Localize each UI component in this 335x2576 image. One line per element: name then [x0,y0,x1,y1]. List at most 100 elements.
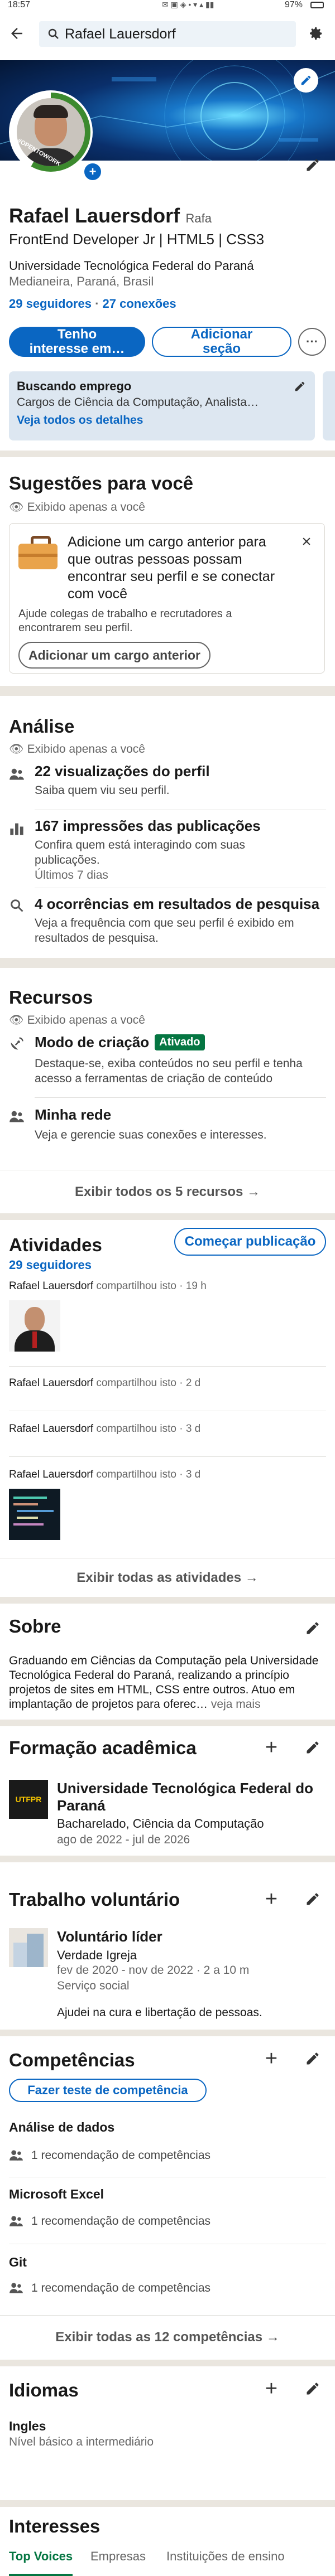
interests-tab-companies[interactable]: Empresas [90,2549,146,2576]
volunteer-desc: Ajudei na cura e libertação de pessoas. [57,2006,262,2019]
volunteer-entry[interactable]: Voluntário líder Verdade Igreja fev de 2… [9,1928,326,2023]
eye-icon: 👁 [9,501,24,514]
edit-skills-pencil-icon[interactable] [302,2047,324,2070]
post-meta: compartilhou isto · 19 h [96,1280,207,1292]
volunteer-role: Voluntário líder [57,1928,162,1945]
divider [35,1097,326,1098]
volunteer-cause: Serviço social [57,1979,130,1992]
show-all-activities-link[interactable]: Exibir todas as atividades → [0,1570,335,1586]
analytics-visibility: 👁 Exibido apenas a você [9,743,145,756]
creator-mode-status-badge: Ativado [155,1034,205,1050]
interests-tab-top-voices[interactable]: Top Voices [9,2549,73,2576]
analytics-item-search[interactable]: 4 ocorrências em resultados de pesquisa … [9,895,326,951]
top-bar: Rafael Lauersdorf [0,11,335,60]
status-time: 18:57 [8,0,31,9]
activity-post[interactable]: Rafael Lauersdorf compartilhou isto · 2 … [9,1377,326,1400]
search-input[interactable]: Rafael Lauersdorf [39,21,296,47]
suggestions-visibility: 👁 Exibido apenas a você [9,501,145,514]
edit-education-pencil-icon[interactable] [302,1736,324,1759]
skill-name: Análise de dados [9,2120,115,2134]
education-entry[interactable]: UTFPR Universidade Tecnológica Federal d… [9,1780,326,1847]
skills-section: Competências + Fazer teste de competênci… [0,2036,335,2315]
add-previous-job-button[interactable]: Adicionar um cargo anterior [18,642,211,669]
language-level: Nível básico a intermediário [9,2435,154,2448]
status-icons: ✉ ▣ ◈ • ▾ ▴ ▮▮ [162,0,214,9]
skill-endorsements: 1 recomendação de competências [31,2149,211,2162]
edit-about-pencil-icon[interactable] [302,1617,324,1639]
add-photo-plus-icon[interactable]: + [83,162,103,182]
about-section: Sobre Graduando em Ciências da Computaçã… [0,1604,335,1720]
analytics-views-title: 22 visualizações do perfil [35,763,210,779]
thumb-face [25,1307,45,1331]
interest-button[interactable]: Tenho interesse em… [9,327,145,357]
post-meta: compartilhou isto · 3 d [96,1469,201,1480]
post-author: Rafael Lauersdorf [9,1280,94,1292]
job-search-details-link[interactable]: Veja todos os detalhes [17,414,143,427]
settings-gear-icon[interactable] [304,22,327,45]
thumb-tie [32,1331,37,1348]
volunteer-dates: fev de 2020 - nov de 2022 · 2 a 10 m [57,1964,250,1977]
tab-label: Empresas [90,2549,146,2563]
divider [0,2315,335,2316]
post-author: Rafael Lauersdorf [9,1423,94,1435]
activity-post[interactable]: Rafael Lauersdorf compartilhou isto · 3 … [9,1423,326,1445]
analytics-impressions-title: 167 impressões das publicações [35,817,261,834]
post-author: Rafael Lauersdorf [9,1469,94,1480]
school-dates: ago de 2022 - jul de 2026 [57,1833,190,1846]
show-all-skills-link[interactable]: Exibir todas as 12 competências → [0,2330,335,2345]
show-all-resources-link[interactable]: Exibir todos os 5 recursos → [0,1184,335,1200]
edit-languages-pencil-icon[interactable] [302,2378,324,2400]
resources-section: Recursos 👁 Exibido apenas a você Modo de… [0,968,335,1213]
edit-intro-pencil-icon[interactable] [302,154,324,176]
skill-assessment-label: Fazer teste de competência [27,2083,188,2097]
post-author: Rafael Lauersdorf [9,1377,94,1389]
resource-item-creator-mode[interactable]: Modo de criação Ativado Destaque-se, exi… [9,1034,326,1090]
school-logo: UTFPR [9,1780,48,1819]
volunteer-section: Trabalho voluntário + Voluntário líder V… [0,1862,335,2030]
analytics-item-views[interactable]: 22 visualizações do perfil Saiba quem vi… [9,763,326,804]
eye-icon: 👁 [9,1014,24,1026]
add-section-button[interactable]: Adicionar seção [152,327,291,357]
my-network-desc: Veja e gerencie suas conexões e interess… [35,1129,267,1141]
profile-pronoun: Rafa [185,211,212,225]
start-post-button[interactable]: Começar publicação [174,1228,326,1256]
search-icon [48,28,59,39]
resource-item-my-network[interactable]: Minha rede Veja e gerencie suas conexões… [9,1106,326,1151]
edit-volunteer-pencil-icon[interactable] [302,1888,324,1910]
add-skill-plus-icon[interactable]: + [260,2047,283,2070]
thumb-code-line [13,1503,38,1505]
skill-endorsements: 1 recomendação de competências [31,2215,211,2228]
skill-item[interactable]: Análise de dados 1 recomendação de compe… [9,2120,326,2170]
followers-link[interactable]: 29 seguidores [9,297,92,311]
add-language-plus-icon[interactable]: + [260,2377,283,2400]
add-previous-job-label: Adicionar um cargo anterior [28,647,201,662]
dismiss-close-icon[interactable] [296,531,317,551]
avatar[interactable]: #OPENTOWORK + [9,90,103,182]
skill-item[interactable]: Microsoft Excel 1 recomendação de compet… [9,2187,326,2237]
about-see-more-link[interactable]: veja mais [211,1698,261,1711]
thumb-code-line [13,1497,47,1499]
job-search-box[interactable]: Buscando emprego Cargos de Ciência da Co… [9,371,315,440]
activities-followers-link[interactable]: 29 seguidores [9,1258,92,1272]
analytics-item-impressions[interactable]: 167 impressões das publicações Confira q… [9,817,326,882]
org-building-block [13,1943,27,1967]
profile-location: Medianeira, Paraná, Brasil [9,274,154,288]
skill-assessment-button[interactable]: Fazer teste de competência [9,2079,207,2102]
edit-banner-pencil-icon[interactable] [294,68,318,93]
education-section: Formação acadêmica + UTFPR Universidade … [0,1726,335,1856]
skill-item[interactable]: Git 1 recomendação de competências [9,2255,326,2305]
edit-job-search-pencil-icon[interactable] [290,377,309,396]
activity-post[interactable]: Rafael Lauersdorf compartilhou isto · 19… [9,1280,326,1358]
connections-link[interactable]: 27 conexões [103,297,176,311]
add-education-plus-icon[interactable]: + [260,1736,283,1759]
suggestion-card[interactable]: Adicione um cargo anterior para que outr… [9,523,325,674]
add-volunteer-plus-icon[interactable]: + [260,1887,283,1911]
languages-title: Idiomas [9,2380,79,2400]
more-options-button[interactable]: ··· [298,328,326,356]
post-author-line: Rafael Lauersdorf compartilhou isto · 2 … [9,1377,326,1389]
back-arrow-icon[interactable] [6,22,28,45]
satellite-dish-icon [11,1037,23,1050]
activity-post[interactable]: Rafael Lauersdorf compartilhou isto · 3 … [9,1469,326,1547]
interests-tab-schools[interactable]: Instituições de ensino [166,2549,285,2576]
tab-label: Top Voices [9,2549,73,2563]
